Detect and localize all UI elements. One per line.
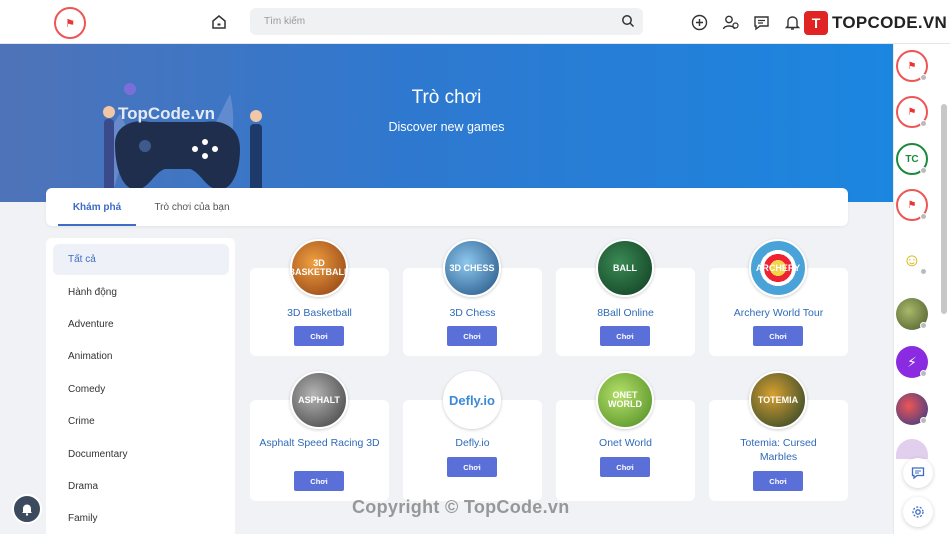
online-status-dot: [920, 74, 927, 81]
game-title[interactable]: Defly.io: [403, 436, 542, 450]
chat-icon: [911, 467, 925, 480]
game-thumbnail[interactable]: ONET WORLD: [596, 371, 654, 429]
brand-mark: T: [804, 11, 828, 35]
online-status-dot: [920, 167, 927, 174]
play-button[interactable]: Chơi: [753, 471, 803, 491]
notifications-icon[interactable]: [782, 12, 802, 32]
brand-watermark: T TOPCODE.VN: [804, 11, 947, 35]
category-item[interactable]: Crime: [53, 406, 229, 437]
rail-scrollbar[interactable]: [941, 104, 947, 314]
friend-requests-icon[interactable]: [720, 12, 740, 32]
search-bar: [250, 8, 643, 35]
game-title[interactable]: 3D Chess: [403, 306, 542, 320]
category-item[interactable]: Adventure: [53, 309, 229, 340]
category-item[interactable]: Hành động: [53, 277, 229, 308]
play-button[interactable]: Chơi: [600, 326, 650, 346]
category-item[interactable]: Tất cả: [53, 244, 229, 275]
page-title: Trò chơi: [411, 87, 482, 108]
create-icon[interactable]: [689, 12, 709, 32]
game-title[interactable]: Totemia: Cursed Marbles: [709, 436, 848, 464]
category-item[interactable]: Comedy: [53, 374, 229, 405]
top-bar: ⚑ T TOPCODE.VN: [0, 0, 950, 44]
play-button[interactable]: Chơi: [294, 471, 344, 491]
game-thumbnail[interactable]: ARCHERY: [749, 239, 807, 297]
game-title[interactable]: 3D Basketball: [250, 306, 389, 320]
notification-bell-button[interactable]: [12, 494, 42, 524]
category-sidebar: Tất cả Hành động Adventure Animation Com…: [46, 238, 235, 534]
search-input[interactable]: [264, 8, 604, 35]
games-tabs: Khám phá Trò chơi của bạn: [46, 188, 848, 226]
play-button[interactable]: Chơi: [294, 326, 344, 346]
game-thumbnail[interactable]: ASPHALT: [290, 371, 348, 429]
online-status-dot: [920, 120, 927, 127]
site-logo[interactable]: ⚑: [54, 7, 86, 39]
online-status-dot: [920, 417, 927, 424]
settings-button[interactable]: [903, 497, 933, 527]
bell-icon: [22, 504, 32, 516]
play-button[interactable]: Chơi: [447, 457, 497, 477]
game-title[interactable]: 8Ball Online: [556, 306, 695, 320]
game-thumbnail[interactable]: TOTEMIA: [749, 371, 807, 429]
search-icon[interactable]: [621, 14, 635, 28]
category-item[interactable]: Family: [53, 503, 229, 534]
online-status-dot: [920, 370, 927, 377]
messages-icon[interactable]: [751, 12, 771, 32]
category-item[interactable]: Animation: [53, 341, 229, 372]
new-chat-button[interactable]: [903, 458, 933, 488]
play-button[interactable]: Chơi: [447, 326, 497, 346]
avatar[interactable]: [896, 439, 928, 459]
tab-your-games[interactable]: Trò chơi của bạn: [146, 188, 238, 226]
copyright-watermark: Copyright © TopCode.vn: [352, 497, 570, 517]
online-status-dot: [920, 268, 927, 275]
tab-discover[interactable]: Khám phá: [58, 188, 136, 226]
game-thumbnail[interactable]: 3D CHESS: [443, 239, 501, 297]
page-subtitle: Discover new games: [388, 120, 505, 134]
game-thumbnail[interactable]: Defly.io: [443, 371, 501, 429]
game-title[interactable]: Asphalt Speed Racing 3D: [250, 436, 389, 450]
game-thumbnail[interactable]: 3D BASKETBALL: [290, 239, 348, 297]
game-thumbnail[interactable]: BALL: [596, 239, 654, 297]
game-title[interactable]: Archery World Tour: [709, 306, 848, 320]
category-item[interactable]: Drama: [53, 471, 229, 502]
play-button[interactable]: Chơi: [600, 457, 650, 477]
home-icon[interactable]: [209, 12, 229, 32]
gear-icon: [912, 506, 924, 518]
play-button[interactable]: Chơi: [753, 326, 803, 346]
category-item[interactable]: Documentary: [53, 439, 229, 470]
game-title[interactable]: Onet World: [556, 436, 695, 450]
online-status-dot: [920, 322, 927, 329]
games-banner: TopCode.vn Trò chơi Discover new games: [0, 44, 893, 202]
online-status-dot: [920, 213, 927, 220]
brand-text: TOPCODE.VN: [832, 13, 948, 32]
